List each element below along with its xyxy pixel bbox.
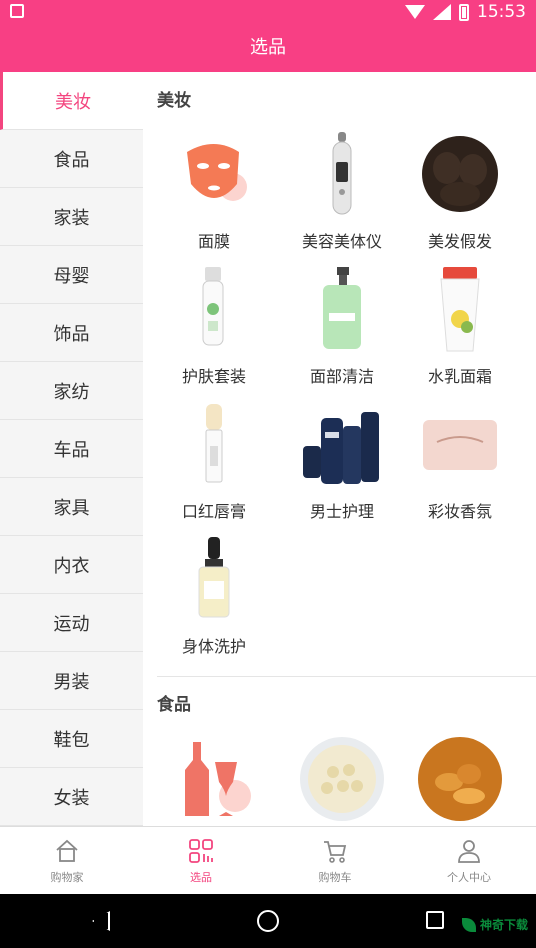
sidebar-item-underwear[interactable]: 内衣 — [0, 536, 143, 594]
category-sidebar: 美妆 食品 家装 母婴 饰品 家纺 车品 家具 内衣 运动 男装 鞋包 女装 — [0, 72, 143, 826]
sidebar-item-textiles[interactable]: 家纺 — [0, 362, 143, 420]
category-label: 口红唇膏 — [181, 502, 246, 521]
home-icon — [56, 839, 78, 862]
category-face-cleanser[interactable]: 面部清洁 — [283, 267, 401, 387]
category-skincare-set[interactable]: 护肤套装 — [155, 267, 273, 387]
beauty-device-image — [299, 132, 385, 218]
sidebar-item-shoes-bags[interactable]: 鞋包 — [0, 710, 143, 768]
category-food-wine[interactable] — [155, 736, 273, 822]
wig-image — [417, 132, 503, 218]
app-notification-icon — [10, 4, 24, 18]
wine-image — [171, 736, 257, 822]
sidebar-item-label: 鞋包 — [53, 729, 90, 751]
tab-personal-center[interactable]: 个人中心 — [402, 827, 536, 894]
category-food-nuts[interactable] — [283, 736, 401, 822]
sidebar-item-sports[interactable]: 运动 — [0, 594, 143, 652]
tab-shopping-cart[interactable]: 购物车 — [268, 827, 402, 894]
tab-label: 选品 — [190, 870, 212, 884]
category-label: 护肤套装 — [181, 367, 246, 386]
section-title-makeup: 美妆 — [157, 91, 191, 111]
person-icon — [458, 839, 480, 863]
tab-shopping-home[interactable]: 购物家 — [0, 827, 134, 894]
mens-care-image — [299, 402, 385, 488]
watermark-text: 神奇下载 — [479, 918, 528, 932]
sidebar-item-label: 女装 — [53, 787, 90, 809]
sidebar-item-makeup[interactable]: 美妆 — [0, 72, 143, 130]
sidebar-item-label: 母婴 — [53, 265, 90, 287]
sidebar-item-label: 饰品 — [53, 323, 90, 345]
category-label: 面膜 — [197, 232, 230, 251]
status-bar: 15:53 — [0, 0, 536, 24]
category-label: 水乳面霜 — [427, 367, 492, 386]
category-lotion-cream[interactable]: 水乳面霜 — [401, 267, 519, 387]
snack-image — [417, 736, 503, 822]
sidebar-item-label: 家具 — [53, 497, 90, 519]
lotion-cream-image — [417, 267, 503, 353]
section-divider — [157, 676, 536, 677]
category-makeup-fragrance[interactable]: 彩妆香氛 — [401, 402, 519, 522]
sidebar-item-baby[interactable]: 母婴 — [0, 246, 143, 304]
title-bar: 选品 — [0, 24, 536, 72]
tab-label: 购物家 — [50, 870, 84, 884]
sidebar-item-label: 运动 — [53, 613, 90, 635]
makeup-fragrance-image — [417, 402, 503, 488]
cleanser-image — [299, 267, 385, 353]
sidebar-item-label: 内衣 — [53, 555, 90, 577]
battery-icon — [459, 3, 469, 21]
category-food-snack[interactable] — [401, 736, 519, 822]
home-circle-icon[interactable] — [257, 910, 279, 932]
sidebar-item-label: 食品 — [53, 149, 90, 171]
category-face-mask[interactable]: 面膜 — [155, 132, 273, 252]
face-mask-image — [171, 132, 257, 218]
status-right: 15:53 — [405, 0, 526, 24]
system-nav-bar: 神奇下载 — [0, 894, 536, 948]
sidebar-item-food[interactable]: 食品 — [0, 130, 143, 188]
category-label: 美容美体仪 — [301, 232, 382, 251]
category-body-wash[interactable]: 身体洗护 — [155, 537, 273, 657]
sidebar-item-label: 家装 — [53, 207, 90, 229]
leaf-icon — [461, 917, 476, 932]
body-wash-image — [171, 537, 257, 623]
watermark-logo: 神奇下载 — [461, 916, 528, 933]
sidebar-item-car[interactable]: 车品 — [0, 420, 143, 478]
category-label: 美发假发 — [427, 232, 492, 251]
sidebar-item-label: 家纺 — [53, 381, 90, 403]
grid-icon — [189, 838, 213, 863]
category-beauty-device[interactable]: 美容美体仪 — [283, 132, 401, 252]
cart-icon — [324, 840, 347, 863]
sidebar-item-womenswear[interactable]: 女装 — [0, 768, 143, 826]
sidebar-item-label: 美妆 — [55, 91, 91, 113]
sidebar-item-menswear[interactable]: 男装 — [0, 652, 143, 710]
skincare-set-image — [171, 267, 257, 353]
tab-label: 购物车 — [318, 870, 352, 884]
category-label: 面部清洁 — [309, 367, 374, 386]
page-title: 选品 — [250, 37, 286, 58]
signal-icon — [433, 4, 451, 20]
category-mens-care[interactable]: 男士护理 — [283, 402, 401, 522]
wifi-icon — [405, 5, 425, 19]
tab-label: 个人中心 — [447, 870, 491, 884]
category-label: 身体洗护 — [181, 637, 246, 656]
nuts-image — [299, 736, 385, 822]
sidebar-item-label: 男装 — [53, 671, 90, 693]
section-title-food: 食品 — [157, 695, 191, 715]
sidebar-item-accessories[interactable]: 饰品 — [0, 304, 143, 362]
back-icon[interactable] — [92, 911, 110, 931]
status-time: 15:53 — [477, 2, 526, 22]
category-lipstick[interactable]: 口红唇膏 — [155, 402, 273, 522]
recent-apps-icon[interactable] — [426, 911, 444, 929]
sidebar-item-furniture[interactable]: 家具 — [0, 478, 143, 536]
bottom-tab-bar: 购物家 选品 购物车 个人中心 — [0, 826, 536, 894]
category-label: 男士护理 — [309, 502, 374, 521]
category-label: 彩妆香氛 — [427, 502, 492, 521]
tab-product-selection[interactable]: 选品 — [134, 827, 268, 894]
sidebar-item-label: 车品 — [53, 439, 90, 461]
product-category-content: 美妆 面膜 美容美体仪 美发假发 护肤套装 面部清洁 水乳面霜 口红唇膏 男士护… — [143, 72, 536, 826]
sidebar-item-home-decor[interactable]: 家装 — [0, 188, 143, 246]
category-hair-wig[interactable]: 美发假发 — [401, 132, 519, 252]
lipstick-image — [171, 402, 257, 488]
